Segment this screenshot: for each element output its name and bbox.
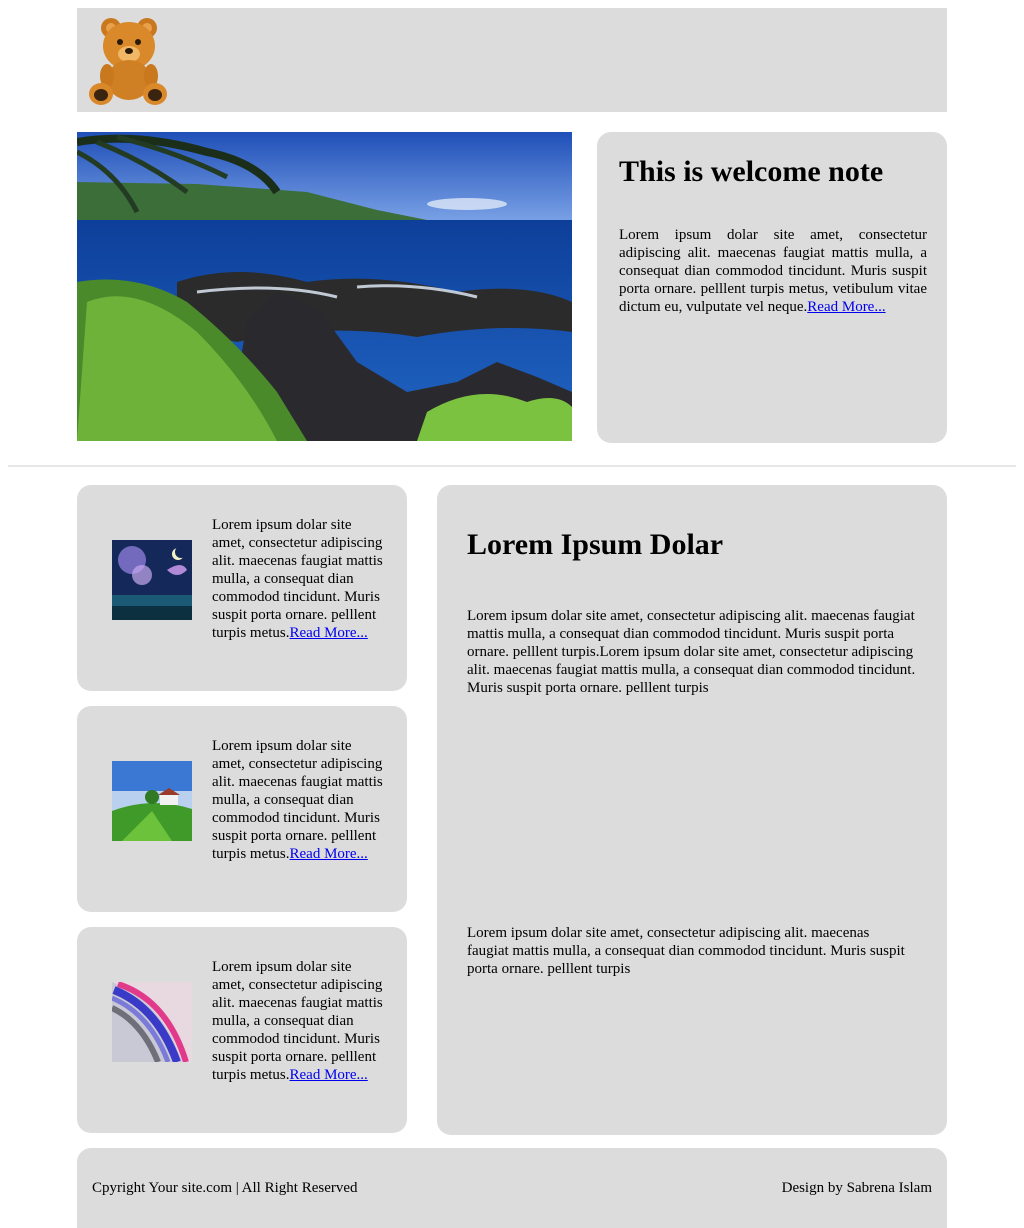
welcome-body: Lorem ipsum dolar site amet, consectetur… [619,226,927,316]
site-header [77,8,947,112]
welcome-read-more-link[interactable]: Read More... [807,299,885,315]
card-2-read-more-link[interactable]: Read More... [290,846,368,862]
news-card-3: Lorem ipsum dolar site amet, consectetur… [77,927,407,1133]
article-paragraph-2: Lorem ipsum dolar site amet, consectetur… [467,925,905,977]
card-3-read-more-link[interactable]: Read More... [290,1067,368,1083]
news-card-2: Lorem ipsum dolar site amet, consectetur… [77,706,407,912]
card-3-body: Lorem ipsum dolar site amet, consectetur… [212,959,383,1083]
site-footer: Cpyright Your site.com | All Right Reser… [77,1148,947,1228]
welcome-title: This is welcome note [619,155,884,188]
page: This is welcome note Lorem ipsum dolar s… [0,0,1024,1228]
card-1-body: Lorem ipsum dolar site amet, consectetur… [212,517,383,641]
footer-copyright: Cpyright Your site.com | All Right Reser… [92,1179,358,1196]
landscape-thumbnail [112,761,192,841]
abstract-swirl-thumbnail [112,982,192,1062]
article-title: Lorem Ipsum Dolar [467,528,724,561]
card-1-read-more-link[interactable]: Read More... [290,625,368,641]
horizontal-divider [8,465,1016,467]
footer-design-credit: Design by Sabrena Islam [781,1179,932,1196]
hero-seascape-image [77,132,572,441]
main-article: Lorem Ipsum Dolar Lorem ipsum dolar site… [437,485,947,1135]
welcome-note-box: This is welcome note Lorem ipsum dolar s… [597,132,947,443]
night-sky-thumbnail [112,540,192,620]
news-card-1: Lorem ipsum dolar site amet, consectetur… [77,485,407,691]
article-paragraph-1: Lorem ipsum dolar site amet, consectetur… [467,608,916,696]
card-2-body: Lorem ipsum dolar site amet, consectetur… [212,738,383,862]
teddy-bear-logo[interactable] [85,14,169,106]
